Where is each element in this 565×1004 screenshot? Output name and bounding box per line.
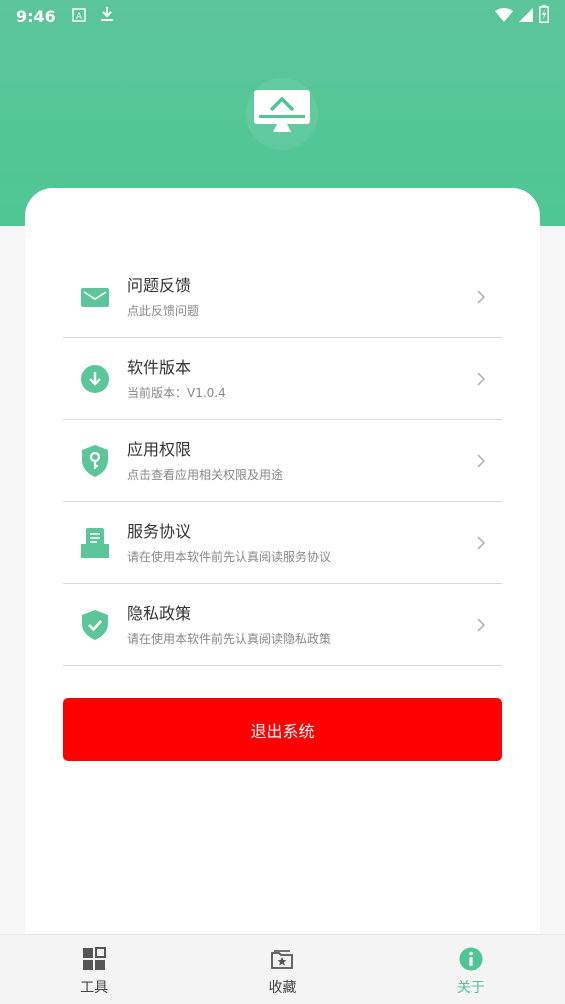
- chevron-right-icon: [477, 289, 486, 304]
- chevron-right-icon: [477, 535, 486, 550]
- menu-title: 服务协议: [127, 521, 192, 541]
- download-circle-icon: [79, 363, 111, 395]
- document-tray-icon: [79, 527, 111, 559]
- signal-icon: [519, 7, 533, 26]
- menu-subtitle: 点击查看应用相关权限及用途: [127, 467, 284, 482]
- download-icon: [100, 6, 114, 26]
- font-icon: A: [72, 7, 86, 26]
- about-menu: 问题反馈 点此反馈问题 软件版本 当前版本：V1.0.4 应用权限 点击查看应用…: [63, 256, 502, 666]
- nav-label: 工具: [80, 980, 109, 996]
- menu-item-privacy-policy[interactable]: 隐私政策 请在使用本软件前先认真阅读隐私政策: [63, 584, 502, 666]
- nav-item-favorites[interactable]: 收藏: [188, 935, 376, 1004]
- menu-item-service-agreement[interactable]: 服务协议 请在使用本软件前先认真阅读服务协议: [63, 502, 502, 584]
- menu-item-feedback[interactable]: 问题反馈 点此反馈问题: [63, 256, 502, 338]
- nav-label: 关于: [456, 980, 485, 996]
- status-time: 9:46: [16, 6, 56, 26]
- shield-key-icon: [79, 444, 111, 477]
- logout-button[interactable]: 退出系统: [63, 698, 502, 761]
- monitor-icon: [253, 88, 311, 140]
- nav-item-about[interactable]: 关于: [377, 935, 565, 1004]
- chevron-right-icon: [477, 617, 486, 632]
- nav-label: 收藏: [268, 980, 297, 996]
- svg-text:A: A: [76, 12, 83, 22]
- menu-subtitle: 当前版本：V1.0.4: [127, 385, 226, 400]
- app-logo: [246, 78, 318, 150]
- battery-icon: [539, 5, 549, 27]
- menu-subtitle: 请在使用本软件前先认真阅读隐私政策: [127, 631, 332, 646]
- menu-title: 软件版本: [127, 357, 192, 377]
- mail-icon: [79, 281, 111, 313]
- menu-subtitle: 点此反馈问题: [127, 303, 200, 318]
- menu-item-version[interactable]: 软件版本 当前版本：V1.0.4: [63, 338, 502, 420]
- chevron-right-icon: [477, 371, 486, 386]
- menu-item-permissions[interactable]: 应用权限 点击查看应用相关权限及用途: [63, 420, 502, 502]
- star-folder-icon: [271, 950, 294, 969]
- chevron-right-icon: [477, 453, 486, 468]
- status-bar: 9:46 A: [0, 0, 565, 32]
- info-icon: [459, 947, 483, 971]
- menu-subtitle: 请在使用本软件前先认真阅读服务协议: [127, 549, 332, 564]
- bottom-navigation: 工具 收藏 关于: [0, 934, 565, 1004]
- menu-title: 问题反馈: [127, 275, 192, 295]
- menu-title: 应用权限: [127, 439, 192, 459]
- wifi-icon: [495, 7, 513, 26]
- grid-icon: [83, 947, 107, 970]
- shield-check-icon: [79, 609, 111, 641]
- nav-item-tools[interactable]: 工具: [0, 935, 188, 1004]
- menu-title: 隐私政策: [127, 603, 192, 623]
